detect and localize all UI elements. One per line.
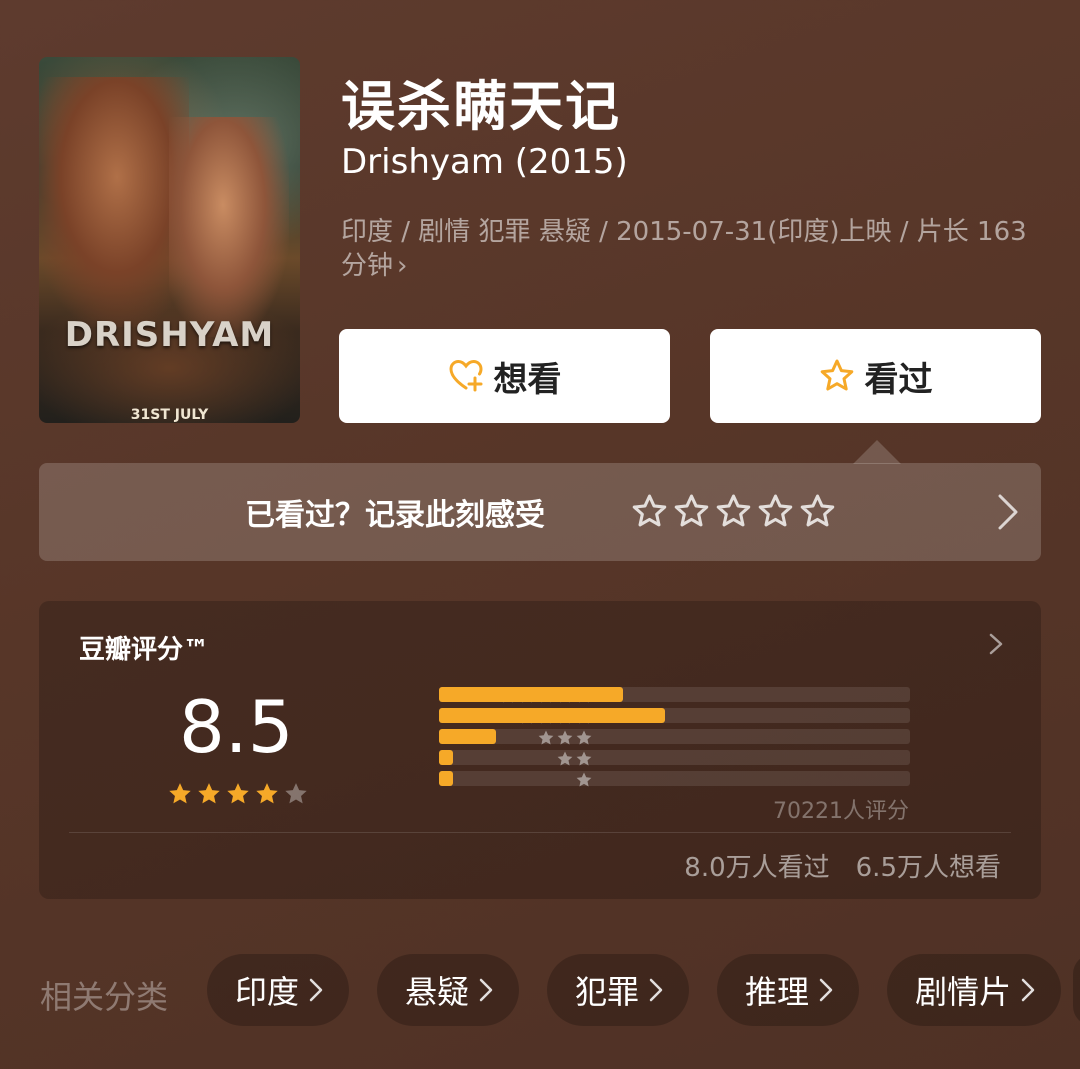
want-to-watch-button[interactable]: 想看 (339, 329, 670, 423)
star-empty-icon (285, 783, 307, 804)
tag-chip[interactable]: 印度 (207, 954, 350, 1026)
related-categories-tags: 印度 悬疑 犯罪 推理 剧情片 (207, 954, 1062, 1026)
rate-prompt-text: 已看过？记录此刻感受 (245, 498, 545, 533)
poster-actress-face (169, 117, 289, 337)
rating-bar-fill (439, 708, 666, 723)
rating-stars (167, 781, 309, 807)
rating-label: 豆瓣评分™ (79, 635, 210, 665)
rating-bar-fill (439, 771, 454, 786)
star-outline-icon[interactable] (715, 493, 752, 530)
movie-subtitle: Drishyam (2015) (341, 142, 628, 182)
rating-row-4 (333, 708, 1080, 725)
rating-votes: 70221人评分 (773, 799, 909, 824)
divider (69, 832, 1011, 833)
star-outline-icon[interactable] (631, 493, 668, 530)
rate-prompt-bar[interactable]: 已看过？记录此刻感受 (39, 463, 1041, 561)
movie-poster[interactable]: DRISHYAM 31ST JULY (39, 57, 300, 423)
tag-overflow-edge (1073, 954, 1080, 1026)
tag-label: 剧情片 (915, 973, 1012, 1011)
tag-chip[interactable]: 推理 (717, 954, 860, 1026)
tag-label: 悬疑 (405, 973, 470, 1011)
star-outline-icon[interactable] (673, 493, 710, 530)
popover-pointer (853, 440, 901, 464)
rating-row-2 (333, 750, 1080, 767)
tag-label: 犯罪 (575, 973, 640, 1011)
poster-actor-face (39, 77, 189, 327)
watched-label: 看过 (864, 359, 933, 400)
star-filled-icon (227, 783, 249, 804)
movie-title: 误杀瞒天记 (341, 75, 621, 138)
chevron-right-icon (989, 633, 1003, 655)
tag-label: 印度 (235, 973, 300, 1011)
tag-chip[interactable]: 剧情片 (887, 954, 1062, 1026)
chevron-right-icon (819, 978, 833, 1002)
star-filled-icon (198, 783, 220, 804)
douban-rating-card[interactable]: 豆瓣评分™ 8.5 70221人评分 8.0万人看过 6.5万人想看 (39, 601, 1041, 899)
poster-date-text: 31ST JULY (130, 407, 209, 423)
want-count: 6.5万人想看 (855, 853, 1001, 883)
rating-bar-track (439, 771, 910, 786)
star-outline-icon (820, 359, 853, 391)
seen-count: 8.0万人看过 (684, 853, 830, 883)
tag-chip[interactable]: 犯罪 (547, 954, 690, 1026)
star-outline-icon[interactable] (757, 493, 794, 530)
movie-meta-text: 印度 / 剧情 犯罪 悬疑 / 2015-07-31(印度)上映 / 片长 16… (341, 217, 1027, 281)
rating-bar-track (439, 729, 910, 744)
chevron-right-icon: › (397, 251, 408, 281)
rating-score: 8.5 (179, 685, 294, 769)
rating-bar-fill (439, 729, 496, 744)
star-filled-icon (256, 783, 278, 804)
rating-row-1 (333, 771, 1080, 788)
related-categories-label: 相关分类 (40, 978, 169, 1016)
rate-stars[interactable] (631, 493, 836, 530)
chevron-right-icon (309, 978, 323, 1002)
heart-plus-icon (448, 359, 483, 392)
rating-bar-track (439, 687, 910, 702)
rating-row-5 (333, 687, 1080, 704)
star-filled-icon (169, 783, 191, 804)
want-to-watch-label: 想看 (493, 359, 562, 400)
watch-counts: 8.0万人看过 6.5万人想看 (684, 847, 1001, 884)
poster-title-text: DRISHYAM (64, 315, 275, 355)
star-outline-icon[interactable] (799, 493, 836, 530)
chevron-right-icon (998, 494, 1018, 530)
rating-row-3 (333, 729, 1080, 746)
rating-bar-fill (439, 687, 623, 702)
movie-meta[interactable]: 印度 / 剧情 犯罪 悬疑 / 2015-07-31(印度)上映 / 片长 16… (341, 215, 1041, 283)
chevron-right-icon (479, 978, 493, 1002)
tag-chip[interactable]: 悬疑 (377, 954, 520, 1026)
tag-label: 推理 (745, 973, 810, 1011)
rating-bar-track (439, 750, 910, 765)
rating-bar-fill (439, 750, 454, 765)
chevron-right-icon (649, 978, 663, 1002)
watched-button[interactable]: 看过 (710, 329, 1041, 423)
rating-bar-track (439, 708, 910, 723)
chevron-right-icon (1021, 978, 1035, 1002)
